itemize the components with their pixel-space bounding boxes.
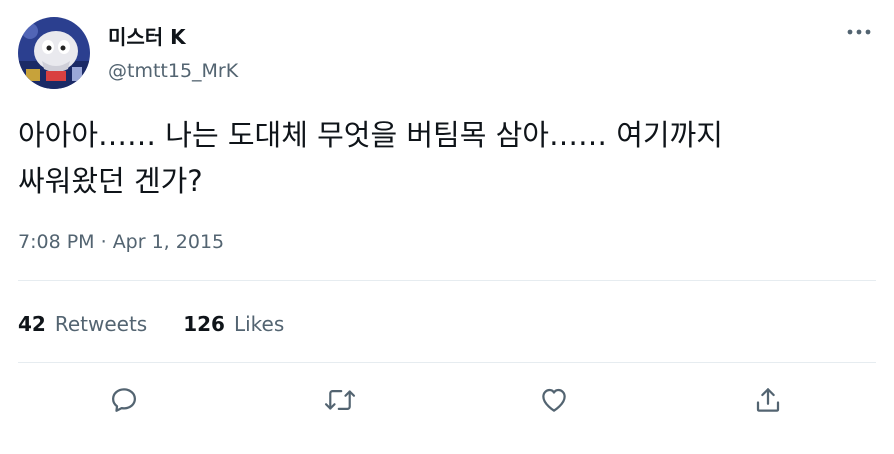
timestamp-separator: ·: [94, 231, 113, 253]
engagement-stats: 42 Retweets 126 Likes: [18, 310, 320, 338]
tweet-date: Apr 1, 2015: [112, 231, 225, 253]
reply-button[interactable]: [102, 378, 146, 422]
retweet-button[interactable]: [318, 378, 362, 422]
likes-label: Likes: [233, 312, 285, 336]
tweet-card: 미스터 K @tmtt15_MrK 아아아…… 나는 도대체 무엇을 버팀목 삼…: [0, 0, 894, 454]
heart-icon: [542, 388, 566, 412]
reply-icon: [112, 388, 136, 412]
action-bar: [0, 378, 894, 422]
likes-stat[interactable]: 126 Likes: [183, 310, 284, 338]
avatar[interactable]: [18, 17, 90, 89]
more-button[interactable]: [844, 20, 874, 44]
tweet-timestamp[interactable]: 7:08 PM · Apr 1, 2015: [18, 229, 224, 255]
share-button[interactable]: [746, 378, 790, 422]
tweet-text-line-2: 싸워왔던 겐가?: [18, 164, 203, 198]
retweets-label: Retweets: [54, 312, 148, 336]
retweets-stat[interactable]: 42 Retweets: [18, 310, 147, 338]
divider-bottom: [18, 362, 876, 363]
tweet-time: 7:08 PM: [18, 231, 95, 253]
share-icon: [756, 388, 780, 412]
tweet-text-line-1: 아아아…… 나는 도대체 무엇을 버팀목 삼아…… 여기까지: [18, 118, 723, 152]
author-handle[interactable]: @tmtt15_MrK: [108, 58, 238, 84]
divider-top: [18, 280, 876, 281]
likes-count: 126: [183, 312, 225, 336]
avatar-illustration-icon: [18, 17, 90, 89]
tweet-text: 아아아…… 나는 도대체 무엇을 버팀목 삼아…… 여기까지 싸워왔던 겐가?: [18, 112, 878, 204]
retweets-count: 42: [18, 312, 46, 336]
author-display-name[interactable]: 미스터 K: [108, 24, 186, 50]
like-button[interactable]: [532, 378, 576, 422]
retweet-icon: [324, 390, 356, 410]
more-horizontal-icon: [847, 29, 871, 35]
